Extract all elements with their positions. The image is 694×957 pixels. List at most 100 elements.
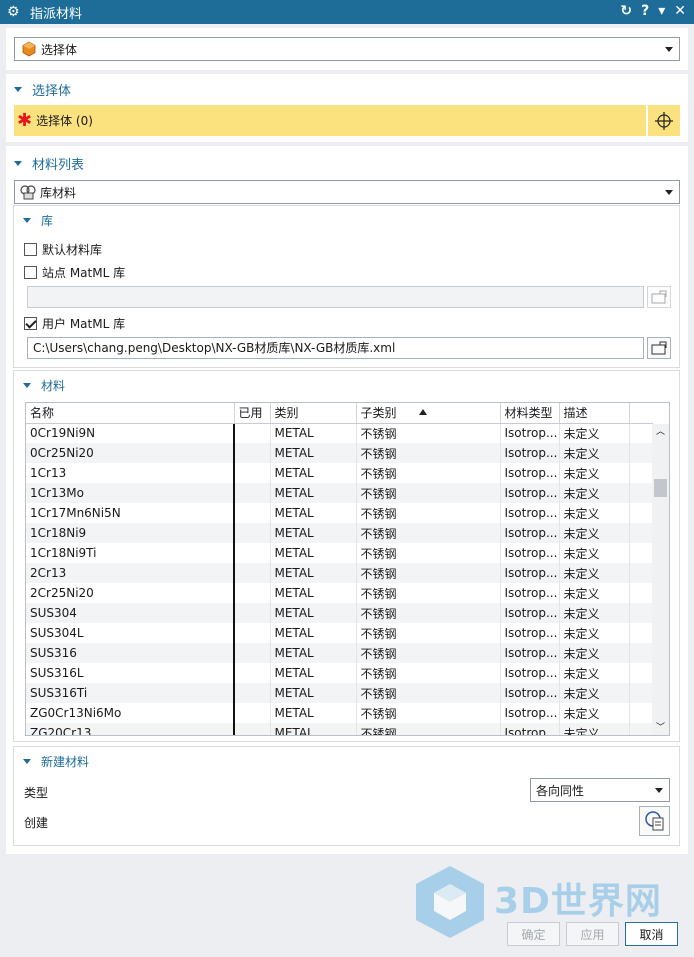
table-cell-filler	[629, 723, 653, 735]
table-cell: 不锈钢	[356, 483, 501, 503]
column-description[interactable]: 描述	[559, 403, 630, 424]
sort-ascending-icon	[418, 409, 427, 415]
user-library-browse-button[interactable]	[647, 337, 671, 359]
scroll-up-icon[interactable]: ︿	[656, 428, 665, 437]
table-cell	[234, 503, 271, 523]
scroll-down-icon[interactable]: ﹀	[656, 724, 665, 733]
table-cell: Isotrop...	[500, 583, 560, 603]
library-icon	[20, 185, 36, 200]
table-row[interactable]: SUS316Ti METAL 不锈钢 Isotrop... 未定义	[26, 683, 653, 703]
table-row[interactable]: 1Cr13 METAL 不锈钢 Isotrop... 未定义	[26, 463, 653, 483]
table-cell-filler	[629, 463, 653, 483]
table-cell: 不锈钢	[356, 683, 501, 703]
reset-icon[interactable]: ↻	[620, 3, 632, 19]
table-cell	[234, 603, 271, 623]
table-cell: Isotrop...	[500, 463, 560, 483]
ok-button[interactable]: 确定	[507, 922, 560, 946]
column-category[interactable]: 类别	[270, 403, 357, 424]
new-material-type-value: 各向同性	[536, 783, 585, 798]
column-subcategory[interactable]: 子类别	[356, 403, 501, 424]
table-row[interactable]: 1Cr13Mo METAL 不锈钢 Isotrop... 未定义	[26, 483, 653, 503]
table-cell: 1Cr18Ni9	[26, 523, 235, 543]
table-cell: METAL	[270, 683, 357, 703]
table-cell	[234, 483, 271, 503]
chevron-down-icon	[665, 190, 673, 195]
user-library-path-input[interactable]: C:\Users\chang.peng\Desktop\NX-GB材质库\NX-…	[27, 337, 644, 359]
table-cell: 未定义	[559, 663, 630, 683]
table-cell: Isotrop...	[500, 663, 560, 683]
library-header[interactable]: 库	[23, 212, 53, 229]
column-material-type[interactable]: 材料类型	[500, 403, 560, 424]
table-row[interactable]: ZG0Cr13Ni6Mo METAL 不锈钢 Isotrop... 未定义	[26, 703, 653, 723]
table-row[interactable]: SUS316 METAL 不锈钢 Isotrop... 未定义	[26, 643, 653, 663]
collapse-icon	[23, 383, 31, 388]
site-library-browse-button[interactable]	[647, 286, 671, 308]
scroll-thumb[interactable]	[654, 479, 667, 497]
site-library-checkbox[interactable]	[24, 266, 37, 279]
chevron-down-icon	[665, 47, 673, 52]
table-cell: 1Cr18Ni9Ti	[26, 543, 235, 563]
table-row[interactable]: ZG20Cr13 METAL 不锈钢 Isotrop... 未定义	[26, 723, 653, 735]
column-used[interactable]: 已用	[234, 403, 271, 424]
close-icon[interactable]: ✕	[674, 3, 686, 19]
table-cell: 不锈钢	[356, 643, 501, 663]
type-filter-value: 选择体	[41, 42, 78, 57]
table-row[interactable]: SUS304 METAL 不锈钢 Isotrop... 未定义	[26, 603, 653, 623]
select-body-field[interactable]: ✱ 选择体 (0)	[14, 105, 646, 136]
table-cell: 不锈钢	[356, 423, 501, 443]
select-body-header[interactable]: 选择体	[14, 80, 71, 99]
type-filter-select[interactable]: 选择体	[14, 37, 680, 61]
table-scrollbar[interactable]: ︿ ﹀	[652, 424, 669, 735]
cancel-button[interactable]: 取消	[625, 922, 678, 946]
crosshair-button[interactable]	[648, 105, 680, 136]
materials-header[interactable]: 材料	[23, 377, 65, 394]
table-row[interactable]: 0Cr19Ni9N METAL 不锈钢 Isotrop... 未定义	[26, 423, 653, 443]
table-cell: 0Cr25Ni20	[26, 443, 235, 463]
table-cell: 未定义	[559, 423, 630, 443]
folder-open-icon	[651, 290, 667, 304]
table-cell	[234, 723, 271, 735]
table-row[interactable]: 1Cr18Ni9 METAL 不锈钢 Isotrop... 未定义	[26, 523, 653, 543]
table-row[interactable]: 1Cr18Ni9Ti METAL 不锈钢 Isotrop... 未定义	[26, 543, 653, 563]
table-row[interactable]: SUS316L METAL 不锈钢 Isotrop... 未定义	[26, 663, 653, 683]
table-cell	[234, 663, 271, 683]
table-cell: METAL	[270, 583, 357, 603]
table-cell: METAL	[270, 663, 357, 683]
table-cell	[234, 563, 271, 583]
table-cell: 不锈钢	[356, 543, 501, 563]
top-panel: 选择体	[6, 28, 688, 70]
apply-button[interactable]: 应用	[566, 922, 619, 946]
table-cell: 1Cr13	[26, 463, 235, 483]
table-row[interactable]: SUS304L METAL 不锈钢 Isotrop... 未定义	[26, 623, 653, 643]
collapse-icon	[14, 87, 22, 92]
table-cell: Isotrop...	[500, 563, 560, 583]
site-library-label: 站点 MatML 库	[42, 266, 126, 280]
column-name[interactable]: 名称	[26, 403, 235, 424]
table-row[interactable]: 0Cr25Ni20 METAL 不锈钢 Isotrop... 未定义	[26, 443, 653, 463]
table-cell: METAL	[270, 563, 357, 583]
help-icon[interactable]: ?	[641, 3, 649, 19]
table-row[interactable]: 2Cr25Ni20 METAL 不锈钢 Isotrop... 未定义	[26, 583, 653, 603]
create-material-button[interactable]	[639, 806, 670, 836]
select-body-title: 选择体	[32, 84, 72, 99]
material-source-select[interactable]: 库材料	[14, 180, 680, 204]
site-library-path-input[interactable]	[27, 286, 644, 308]
default-library-checkbox[interactable]	[24, 243, 37, 256]
gear-icon[interactable]: ⚙	[7, 5, 21, 19]
table-cell: Isotrop...	[500, 723, 560, 735]
table-cell: 不锈钢	[356, 583, 501, 603]
new-material-type-select[interactable]: 各向同性	[530, 778, 670, 802]
material-list-header[interactable]: 材料列表	[14, 154, 84, 173]
more-icon[interactable]: ▾	[658, 3, 665, 19]
table-cell: Isotrop...	[500, 423, 560, 443]
table-cell: Isotrop...	[500, 503, 560, 523]
table-cell-filler	[629, 483, 653, 503]
new-material-header[interactable]: 新建材料	[23, 753, 89, 770]
table-row[interactable]: 1Cr17Mn6Ni5N METAL 不锈钢 Isotrop... 未定义	[26, 503, 653, 523]
table-cell: Isotrop...	[500, 483, 560, 503]
table-cell: SUS316L	[26, 663, 235, 683]
select-body-panel: 选择体 ✱ 选择体 (0)	[6, 74, 688, 142]
table-row[interactable]: 2Cr13 METAL 不锈钢 Isotrop... 未定义	[26, 563, 653, 583]
user-library-checkbox[interactable]	[24, 317, 37, 330]
table-cell: 不锈钢	[356, 443, 501, 463]
